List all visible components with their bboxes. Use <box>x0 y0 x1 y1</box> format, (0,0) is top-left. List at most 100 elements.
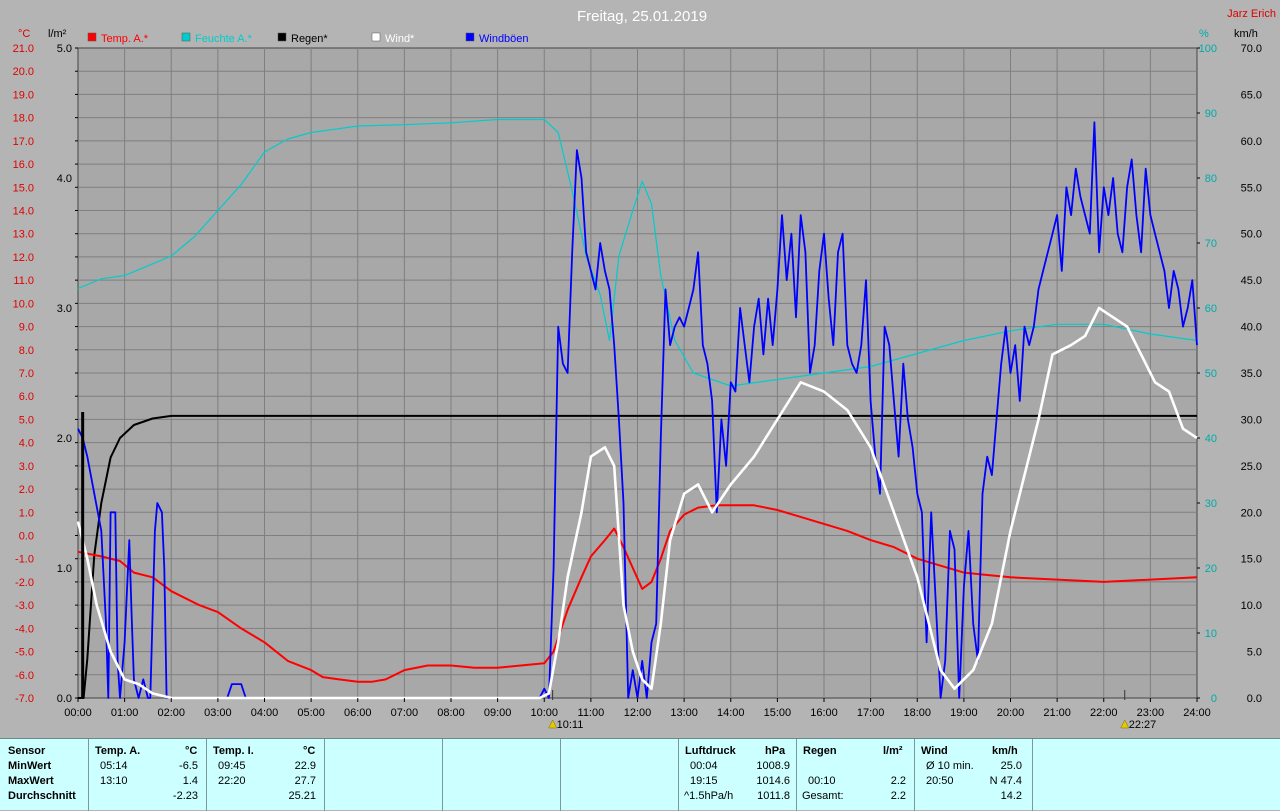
x-tick-label: 22:00 <box>1090 707 1118 719</box>
temp-tick-label: 5.0 <box>19 414 34 426</box>
wind-max-value: N 47.4 <box>989 775 1022 787</box>
rain-tick-label: 1.0 <box>57 563 72 575</box>
wind-tick-label: 20.0 <box>1241 507 1262 519</box>
divider <box>1032 739 1033 811</box>
x-tick-label: 10:00 <box>530 707 558 719</box>
pressure-unit: hPa <box>765 745 786 757</box>
wind-tick-label: 60.0 <box>1241 136 1262 148</box>
wind-tick-label: 30.0 <box>1241 414 1262 426</box>
x-tick-label: 13:00 <box>670 707 698 719</box>
wind-tick-label: 40.0 <box>1241 322 1262 334</box>
pressure-header: Luftdruck <box>685 745 736 757</box>
x-tick-label: 09:00 <box>484 707 512 719</box>
marker-label: 10:11 <box>557 719 584 731</box>
row-label-avg: Durchschnitt <box>8 790 76 802</box>
x-tick-label: 01:00 <box>111 707 139 719</box>
temp-tick-label: 0.0 <box>19 531 34 543</box>
divider <box>442 739 443 811</box>
rain-tick-label: 3.0 <box>57 303 72 315</box>
temp-tick-label: -5.0 <box>15 647 34 659</box>
row-label-max: MaxWert <box>8 775 54 787</box>
x-tick-label: 19:00 <box>950 707 978 719</box>
x-tick-label: 18:00 <box>903 707 931 719</box>
temp-a-min-time: 05:14 <box>100 760 128 772</box>
wind-tick-label: 45.0 <box>1241 275 1262 287</box>
divider <box>206 739 207 811</box>
x-tick-label: 05:00 <box>297 707 325 719</box>
x-tick-label: 02:00 <box>157 707 185 719</box>
rain-axis-unit: l/m² <box>48 28 67 40</box>
x-tick-label: 12:00 <box>624 707 652 719</box>
temp-i-max-time: 22:20 <box>218 775 246 787</box>
wind-axis-unit: km/h <box>1234 28 1258 40</box>
temp-tick-label: 18.0 <box>13 113 34 125</box>
temp-tick-label: 13.0 <box>13 229 34 241</box>
x-tick-label: 23:00 <box>1137 707 1165 719</box>
legend-swatch <box>181 32 191 42</box>
pressure-tick-label: 100 <box>1199 43 1217 55</box>
wind-tick-label: 25.0 <box>1241 461 1262 473</box>
temp-tick-label: 6.0 <box>19 391 34 403</box>
wind-tick-label: 70.0 <box>1241 43 1262 55</box>
rain-tick-label: 5.0 <box>57 43 72 55</box>
temp-tick-label: 16.0 <box>13 159 34 171</box>
wind-tick-label: 5.0 <box>1247 647 1262 659</box>
x-tick-label: 16:00 <box>810 707 838 719</box>
temp-tick-label: -4.0 <box>15 623 34 635</box>
temp-tick-label: 12.0 <box>13 252 34 264</box>
x-tick-label: 14:00 <box>717 707 745 719</box>
divider <box>88 739 89 811</box>
x-tick-label: 07:00 <box>391 707 419 719</box>
temp-tick-label: 20.0 <box>13 66 34 78</box>
wind-header: Wind <box>921 745 948 757</box>
temp-a-min-value: -6.5 <box>179 760 198 772</box>
rain-max-value: 2.2 <box>890 775 906 787</box>
temp-tick-label: -7.0 <box>15 693 34 705</box>
x-tick-label: 06:00 <box>344 707 372 719</box>
temp-tick-label: 11.0 <box>13 275 34 287</box>
wind-max-time: 20:50 <box>926 775 954 787</box>
temp-i-unit: °C <box>303 745 316 757</box>
rain-total-value: 2.2 <box>890 790 906 802</box>
temp-tick-label: 7.0 <box>19 368 34 380</box>
temp-tick-label: 3.0 <box>19 461 34 473</box>
legend-label: Windböen <box>479 33 529 45</box>
legend-label: Regen* <box>291 33 328 45</box>
pressure-max-time: 19:15 <box>690 775 718 787</box>
temp-tick-label: 14.0 <box>13 206 34 218</box>
temp-tick-label: -6.0 <box>15 670 34 682</box>
temp-a-max-time: 13:10 <box>100 775 128 787</box>
temp-tick-label: 21.0 <box>13 43 34 55</box>
pressure-min-time: 00:04 <box>690 760 718 772</box>
legend-label: Feuchte A.* <box>195 33 253 45</box>
rain-total-label: Gesamt: <box>802 790 844 802</box>
x-tick-label: 24:00 <box>1183 707 1211 719</box>
rain-tick-label: 4.0 <box>57 173 72 185</box>
wind-tick-label: 0.0 <box>1247 693 1262 705</box>
wind-unit: km/h <box>992 745 1018 757</box>
temp-tick-label: 19.0 <box>13 89 34 101</box>
wind-tick-label: 10.0 <box>1241 600 1262 612</box>
pressure-min-value: 1008.9 <box>756 760 790 772</box>
pressure-tick-label: 80 <box>1205 173 1217 185</box>
pressure-tick-label: 30 <box>1205 498 1217 510</box>
divider <box>560 739 561 811</box>
chart-title: Freitag, 25.01.2019 <box>577 8 707 25</box>
pressure-avg-value: 1011.8 <box>757 790 790 802</box>
temp-tick-label: -3.0 <box>15 600 34 612</box>
divider <box>914 739 915 811</box>
legend-swatch <box>87 32 97 42</box>
temp-axis-unit: °C <box>18 28 30 40</box>
legend-label: Temp. A.* <box>101 33 149 45</box>
temp-tick-label: -2.0 <box>15 577 34 589</box>
author-label: Jarz Erich <box>1227 8 1276 20</box>
x-tick-label: 04:00 <box>251 707 279 719</box>
x-tick-label: 15:00 <box>764 707 792 719</box>
pressure-tick-label: 60 <box>1205 303 1217 315</box>
wind-avg-value: 14.2 <box>1000 790 1022 802</box>
pressure-tick-label: 20 <box>1205 563 1217 575</box>
rain-max-time: 00:10 <box>808 775 836 787</box>
temp-i-min-time: 09:45 <box>218 760 246 772</box>
temp-tick-label: 9.0 <box>19 322 34 334</box>
temp-tick-label: 4.0 <box>19 438 34 450</box>
